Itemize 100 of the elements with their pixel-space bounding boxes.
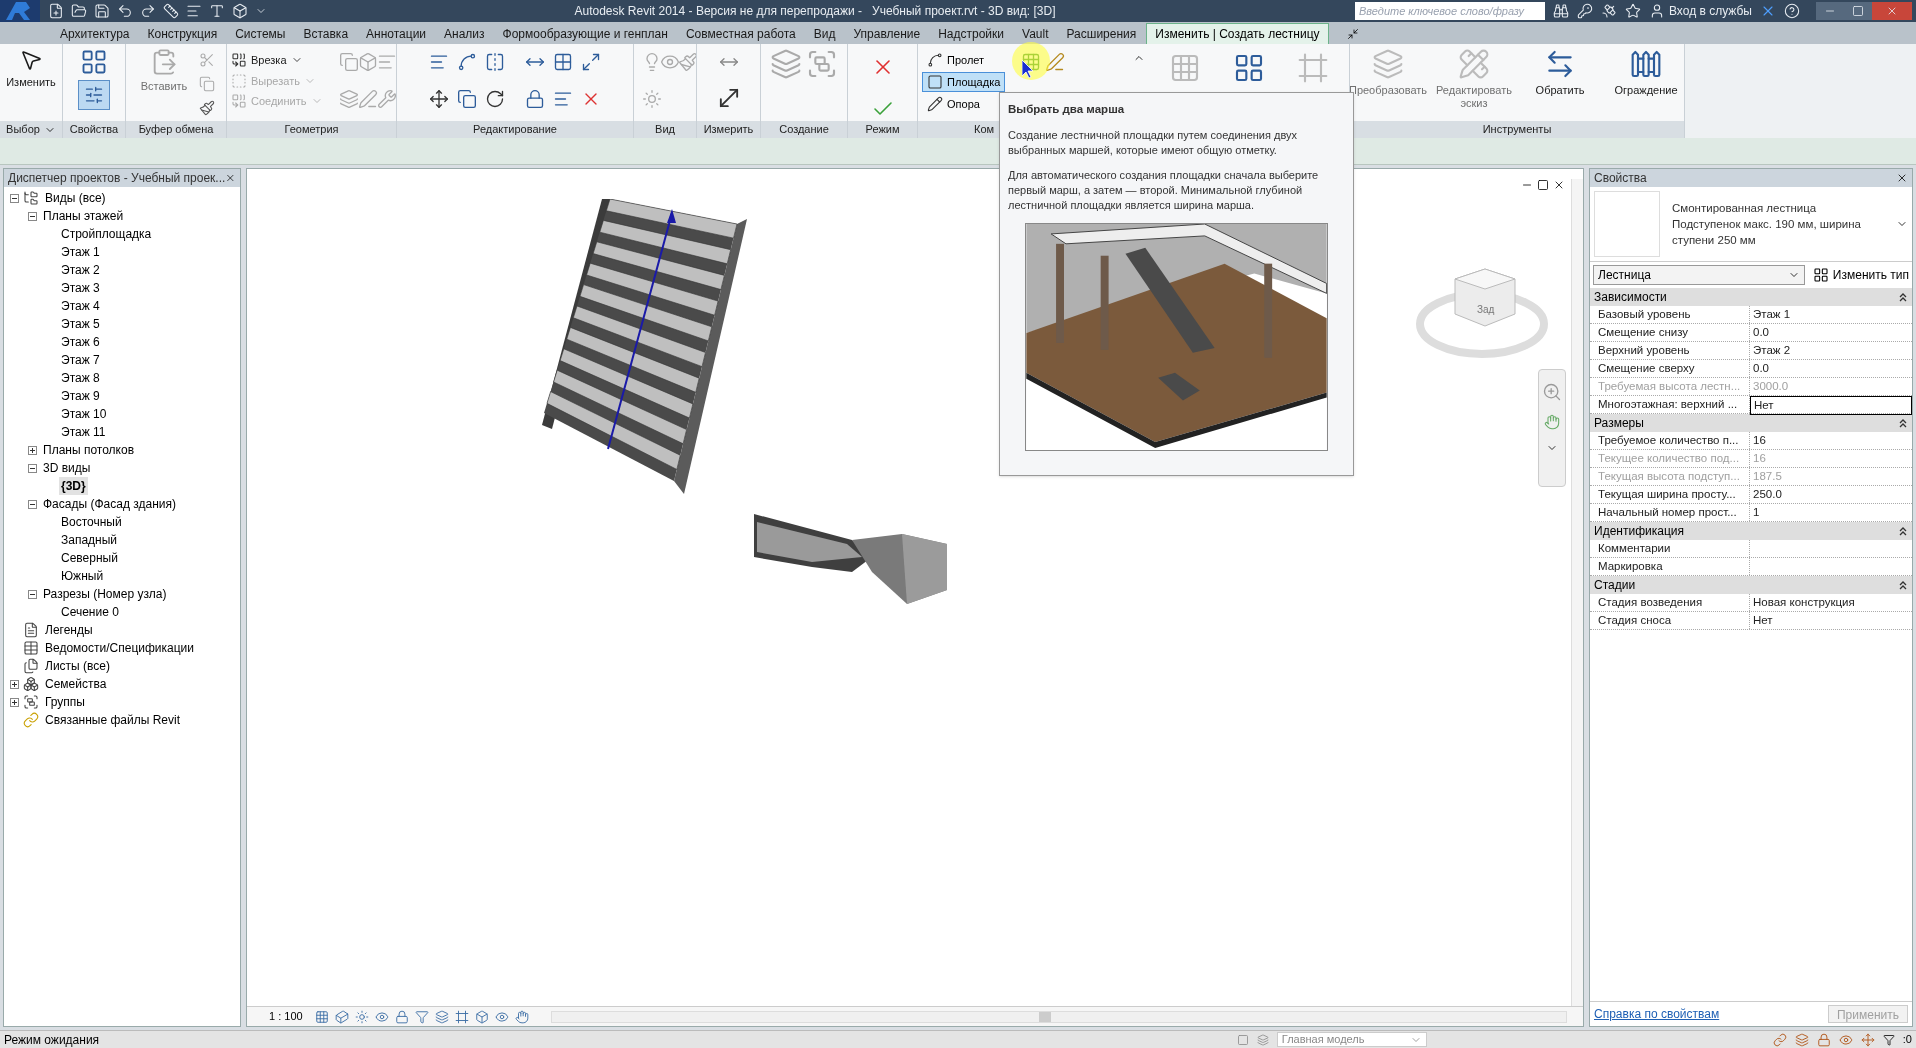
text-tool-icon[interactable] <box>209 3 225 19</box>
mirror-icon[interactable] <box>485 52 505 72</box>
collapse-icon[interactable] <box>1898 580 1908 590</box>
tree-item[interactable]: Планы этажей <box>41 207 126 225</box>
ribbon-tab[interactable]: Системы <box>227 23 294 44</box>
tree-node-icon[interactable] <box>23 712 39 728</box>
tree-item[interactable]: Этаж 7 <box>59 351 102 369</box>
satellite-icon[interactable] <box>1601 3 1617 19</box>
collapse-icon[interactable] <box>28 463 37 473</box>
tree-item[interactable]: Этаж 8 <box>59 369 102 387</box>
ribbon-toggle-icon[interactable] <box>1346 28 1359 40</box>
tree-item[interactable]: Фасады (Фасад здания) <box>41 495 178 513</box>
tree-node-icon[interactable] <box>23 676 39 692</box>
tree-item[interactable]: Связанные файлы Revit <box>43 711 183 729</box>
close-icon[interactable] <box>1553 179 1565 191</box>
offset-icon[interactable] <box>457 52 477 72</box>
property-value[interactable]: 0.0 <box>1750 324 1912 342</box>
collapse-icon[interactable] <box>1898 292 1908 302</box>
view-control-icon[interactable] <box>455 1009 469 1024</box>
group-header[interactable]: Идентификация <box>1590 522 1912 540</box>
save-icon[interactable] <box>94 3 110 19</box>
maximize-button[interactable] <box>1844 2 1872 20</box>
category-dropdown[interactable]: Лестница <box>1593 265 1805 285</box>
collapse-icon[interactable] <box>1898 418 1908 428</box>
tree-item[interactable]: Этаж 5 <box>59 315 102 333</box>
selection-option-icon[interactable] <box>1860 1032 1875 1047</box>
tree-item[interactable]: Листы (все) <box>43 657 112 675</box>
help-link[interactable]: Справка по свойствам <box>1594 1005 1720 1023</box>
brush-icon[interactable] <box>678 52 696 72</box>
ribbon-button[interactable]: Обратить <box>1521 48 1599 97</box>
property-value[interactable]: 16 <box>1750 432 1912 450</box>
ribbon-button[interactable]: Ограждение <box>1607 48 1684 97</box>
ribbon-tab[interactable]: Изменить | Создать лестницу <box>1146 23 1329 44</box>
copy-icon[interactable] <box>457 88 477 109</box>
open-folder-icon[interactable] <box>71 3 87 19</box>
tree-node-icon[interactable] <box>23 640 39 656</box>
pointer-icon[interactable] <box>19 48 43 72</box>
ribbon-tab[interactable]: Vault <box>1014 23 1057 44</box>
tree-item[interactable]: Восточный <box>59 513 124 531</box>
component-icon[interactable] <box>927 96 943 112</box>
view-control-icon[interactable] <box>515 1009 529 1024</box>
close-icon[interactable] <box>1896 172 1908 184</box>
collapse-icon[interactable] <box>28 499 37 509</box>
ribbon-tab[interactable]: Надстройки <box>930 23 1012 44</box>
type-selector[interactable]: Смонтированная лестница Подступенок макс. 190 мм, ширина ступени 250 мм <box>1590 187 1912 262</box>
binoculars-icon[interactable] <box>1553 3 1569 19</box>
view-control-icon[interactable] <box>355 1009 369 1024</box>
3d-view-icon[interactable] <box>232 3 248 19</box>
expand-icon[interactable] <box>28 445 37 455</box>
scale-icon[interactable] <box>581 52 601 72</box>
selection-option-icon[interactable] <box>1816 1032 1831 1047</box>
new-file-icon[interactable] <box>48 3 64 19</box>
tree-item[interactable]: Группы <box>43 693 87 711</box>
group-header[interactable]: Размеры <box>1590 414 1912 432</box>
ribbon-tab[interactable]: Формообразующие и генплан <box>494 23 676 44</box>
measure-icon[interactable] <box>163 3 179 19</box>
component-button[interactable]: Опора <box>922 94 1006 114</box>
property-value[interactable]: 250.0 <box>1750 486 1912 504</box>
property-value[interactable]: 1 <box>1750 504 1912 522</box>
view-control-icon[interactable] <box>335 1009 349 1024</box>
tree-item[interactable]: Этаж 6 <box>59 333 102 351</box>
tree-item[interactable]: Этаж 11 <box>59 423 108 441</box>
edit-profile-icon[interactable] <box>357 88 378 109</box>
search-field[interactable]: Введите ключевое слово/фразу <box>1355 2 1545 20</box>
ribbon-tab[interactable]: Совместная работа <box>677 23 804 44</box>
tree-item[interactable]: Этаж 3 <box>59 279 102 297</box>
tree-item[interactable]: Северный <box>59 549 120 567</box>
geometry-tool-icon[interactable] <box>231 52 247 69</box>
tag-list-icon[interactable] <box>186 3 202 19</box>
tree-item[interactable]: 3D виды <box>41 459 93 477</box>
undo-icon[interactable] <box>117 3 133 19</box>
sign-in-button[interactable]: Вход в службы <box>1649 2 1752 20</box>
properties-toggle[interactable] <box>78 80 110 110</box>
group-header[interactable]: Зависимости <box>1590 288 1912 306</box>
maximize-icon[interactable] <box>1852 5 1864 17</box>
status-icon[interactable] <box>1236 1033 1249 1046</box>
tree-item[interactable]: Ведомости/Спецификации <box>43 639 196 657</box>
view-cube-face-label[interactable]: Зад <box>1477 302 1495 317</box>
move-icon[interactable] <box>429 88 449 109</box>
match-properties-icon[interactable] <box>199 100 216 116</box>
app-logo-icon[interactable] <box>0 0 40 22</box>
group-icon[interactable] <box>806 48 838 80</box>
tree-item[interactable]: {3D} <box>59 477 88 495</box>
component-button[interactable]: Пролет <box>922 50 1006 70</box>
tree-item[interactable]: Этаж 2 <box>59 261 102 279</box>
tree-item[interactable]: Этаж 9 <box>59 387 102 405</box>
tree-item[interactable]: Южный <box>59 567 106 585</box>
railing-icon[interactable] <box>1630 48 1662 80</box>
star-icon[interactable] <box>1625 3 1641 19</box>
type-properties-icon[interactable] <box>80 48 108 76</box>
tree-item[interactable]: Стройплощадка <box>59 225 154 243</box>
array-icon[interactable] <box>553 52 573 72</box>
properties-icon[interactable] <box>84 85 104 105</box>
tree-item[interactable]: Разрезы (Номер узла) <box>41 585 169 603</box>
collapse-icon[interactable] <box>1898 526 1908 536</box>
component-icon[interactable] <box>927 52 943 68</box>
property-value[interactable]: Этаж 1 <box>1750 306 1912 324</box>
ribbon-tab[interactable]: Расширения <box>1058 23 1145 44</box>
property-value[interactable]: Этаж 2 <box>1750 342 1912 360</box>
view-control-icon[interactable] <box>435 1009 449 1024</box>
